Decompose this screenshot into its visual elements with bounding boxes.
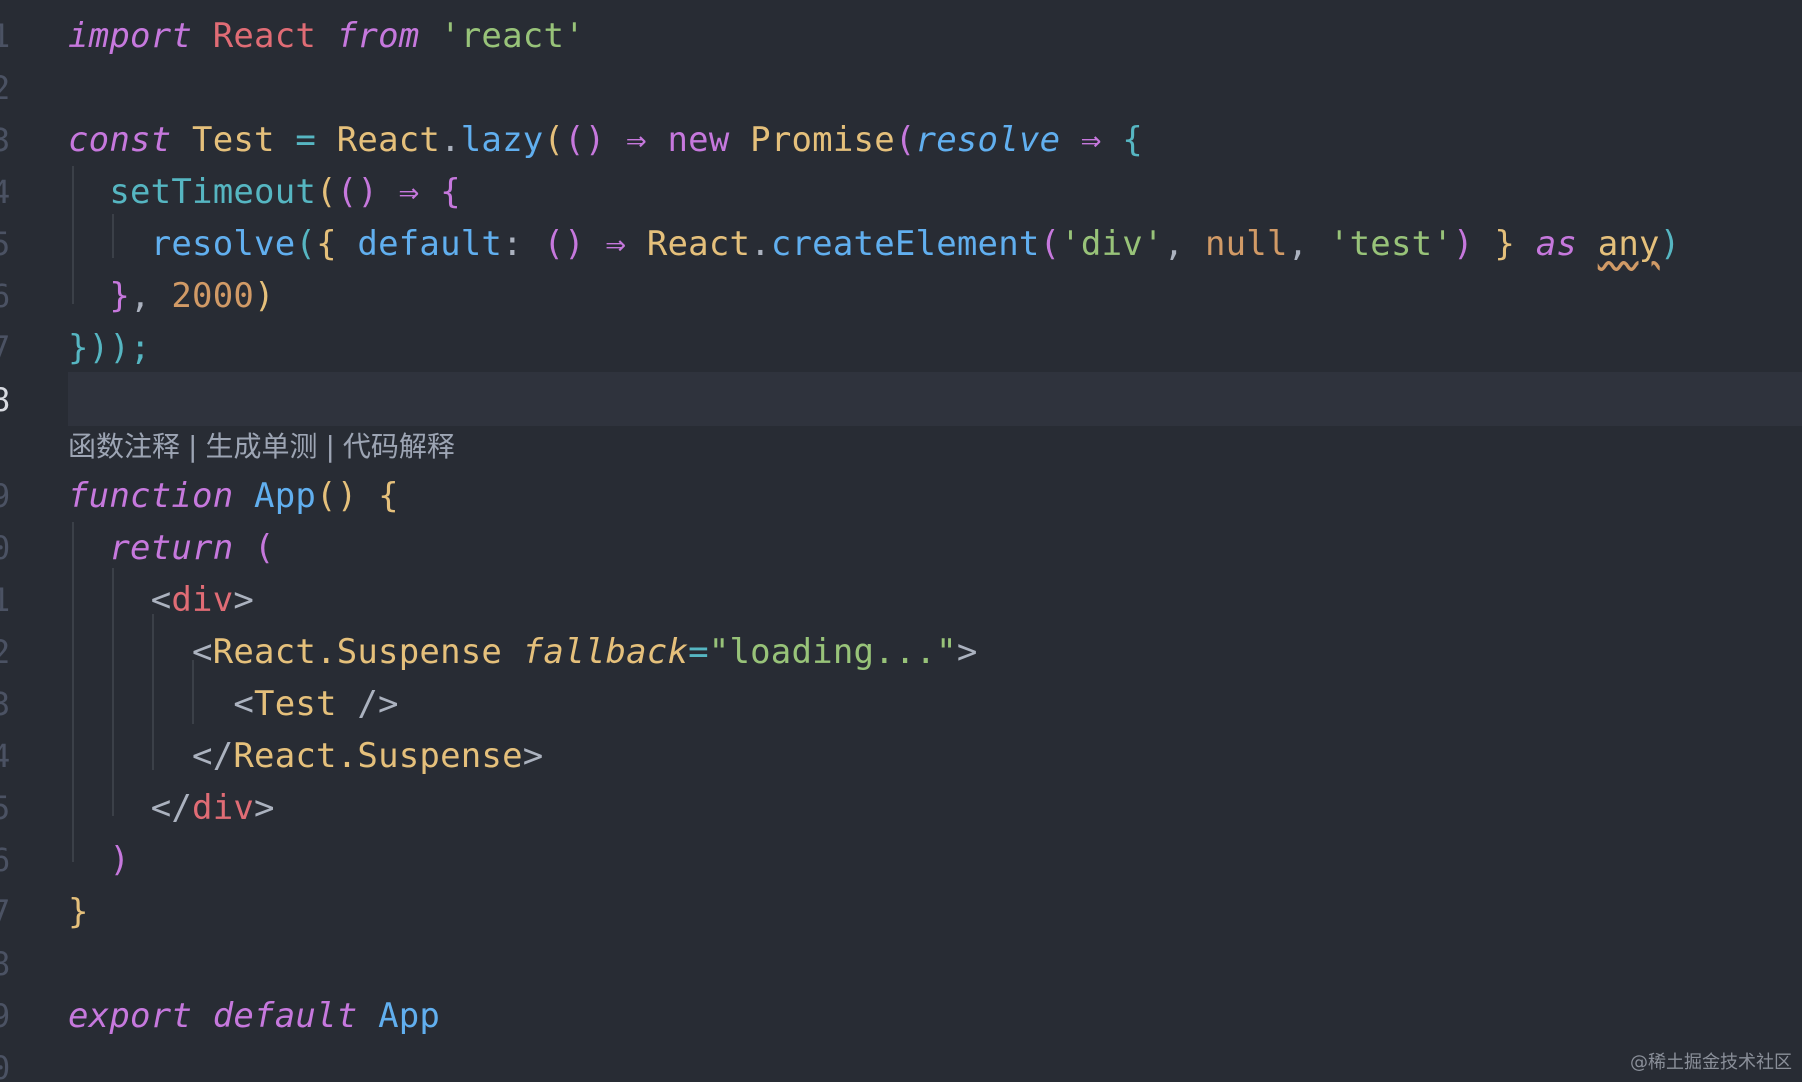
code-text: </div> [150, 788, 275, 828]
codelens-function-comment[interactable]: 函数注释 [68, 430, 180, 463]
code-line-11[interactable]: 1 <div> [0, 574, 1802, 626]
code-text: </React.Suspense> [192, 736, 544, 776]
code-text: function App() { [68, 476, 399, 516]
line-number: 0 [0, 529, 11, 567]
line-number: 3 [0, 685, 11, 723]
watermark: @稀土掘金技术社区 [1630, 1052, 1792, 1073]
code-text: <div> [150, 580, 255, 620]
line-number: 2 [0, 69, 11, 107]
code-line-17[interactable]: 7 } [0, 886, 1802, 938]
line-number: 6 [0, 841, 11, 879]
line-number: 5 [0, 225, 11, 263]
codelens-explain-code[interactable]: 代码解释 [343, 430, 455, 463]
line-number: 8 [0, 381, 11, 419]
code-text: export default App [68, 996, 441, 1036]
code-text: }, 2000) [109, 276, 275, 316]
code-text: })); [68, 328, 151, 368]
line-number: 7 [0, 329, 11, 367]
code-line-16[interactable]: 6 ) [0, 834, 1802, 886]
code-line-19[interactable]: 9 export default App [0, 990, 1802, 1042]
code-text: return ( [109, 528, 275, 568]
code-line-20[interactable]: 0 [0, 1042, 1802, 1082]
line-number: 2 [0, 633, 11, 671]
line-number: 4 [0, 173, 11, 211]
code-editor[interactable]: 1 import React from 'react' 2 3 const Te… [0, 0, 1802, 1082]
code-text: resolve({ default: () ⇒ React.createElem… [150, 224, 1681, 264]
code-line-15[interactable]: 5 </div> [0, 782, 1802, 834]
code-line-13[interactable]: 3 <Test /> [0, 678, 1802, 730]
line-number: 7 [0, 893, 11, 931]
code-line-1[interactable]: 1 import React from 'react' [0, 10, 1802, 62]
code-line-18[interactable]: 8 [0, 938, 1802, 990]
code-text: import React from 'react' [68, 16, 585, 56]
code-text: <Test /> [233, 684, 399, 724]
line-number: 6 [0, 277, 11, 315]
code-line-8[interactable]: 8 [0, 374, 1802, 426]
code-line-4[interactable]: 4 setTimeout(() ⇒ { [0, 166, 1802, 218]
line-number: 1 [0, 17, 11, 55]
line-number: 3 [0, 121, 11, 159]
code-line-2[interactable]: 2 [0, 62, 1802, 114]
code-line-5[interactable]: 5 resolve({ default: () ⇒ React.createEl… [0, 218, 1802, 270]
code-text: } [68, 892, 89, 932]
code-line-9[interactable]: 9 function App() { [0, 470, 1802, 522]
code-text: <React.Suspense fallback="loading..."> [192, 632, 978, 672]
line-number: 8 [0, 945, 11, 983]
line-number: 1 [0, 581, 11, 619]
line-number: 0 [0, 1049, 11, 1082]
code-line-10[interactable]: 0 return ( [0, 522, 1802, 574]
codelens-generate-test[interactable]: 生成单测 [205, 430, 317, 463]
code-text: ) [109, 840, 131, 880]
code-line-6[interactable]: 6 }, 2000) [0, 270, 1802, 322]
line-number: 5 [0, 789, 11, 827]
code-line-3[interactable]: 3 const Test = React.lazy(() ⇒ new Promi… [0, 114, 1802, 166]
code-line-14[interactable]: 4 </React.Suspense> [0, 730, 1802, 782]
codelens-separator: | [188, 430, 198, 463]
line-number: 9 [0, 997, 11, 1035]
line-number: 9 [0, 477, 11, 515]
code-text: setTimeout(() ⇒ { [109, 172, 461, 212]
line-number: 4 [0, 737, 11, 775]
codelens-separator: | [325, 430, 335, 463]
code-line-7[interactable]: 7 })); [0, 322, 1802, 374]
code-line-12[interactable]: 2 <React.Suspense fallback="loading..."> [0, 626, 1802, 678]
codelens-bar: 函数注释 | 生成单测 | 代码解释 [68, 425, 455, 469]
code-text: const Test = React.lazy(() ⇒ new Promise… [68, 120, 1143, 160]
